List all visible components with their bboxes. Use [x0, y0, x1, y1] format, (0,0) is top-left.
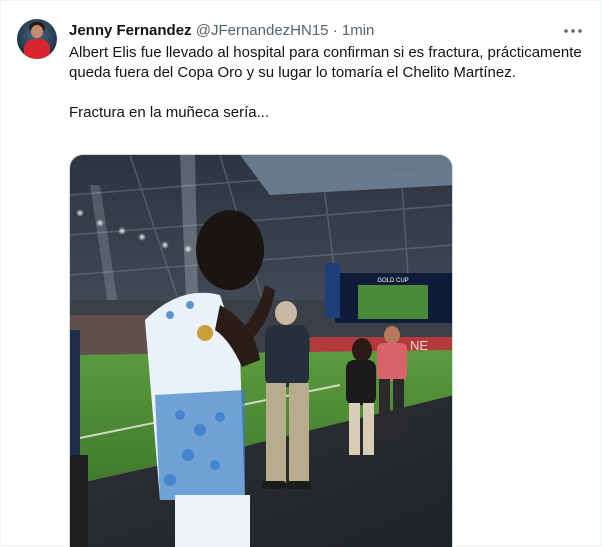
timestamp[interactable]: 1min [342, 22, 375, 39]
avatar[interactable] [17, 19, 57, 59]
tweet-card[interactable]: Jenny Fernandez @JFernandezHN15 · 1min A… [0, 0, 602, 547]
separator-dot: · [332, 22, 338, 39]
tweet-photo[interactable]: GOLD CUP NE [69, 154, 453, 547]
stadium-screen-text: GOLD CUP [377, 278, 408, 284]
tweet-text-paragraph-1: Albert Elis fue llevado al hospital para… [69, 44, 582, 81]
ellipsis-icon[interactable] [561, 19, 585, 43]
author-name[interactable]: Jenny Fernandez [69, 22, 192, 39]
tweet-text-paragraph-2: Fractura en la muñeca sería... [69, 104, 270, 121]
tweet-header: Jenny Fernandez @JFernandezHN15 · 1min [69, 21, 374, 41]
tweet-text: Albert Elis fue llevado al hospital para… [69, 43, 589, 123]
author-handle[interactable]: @JFernandezHN15 [196, 22, 329, 39]
